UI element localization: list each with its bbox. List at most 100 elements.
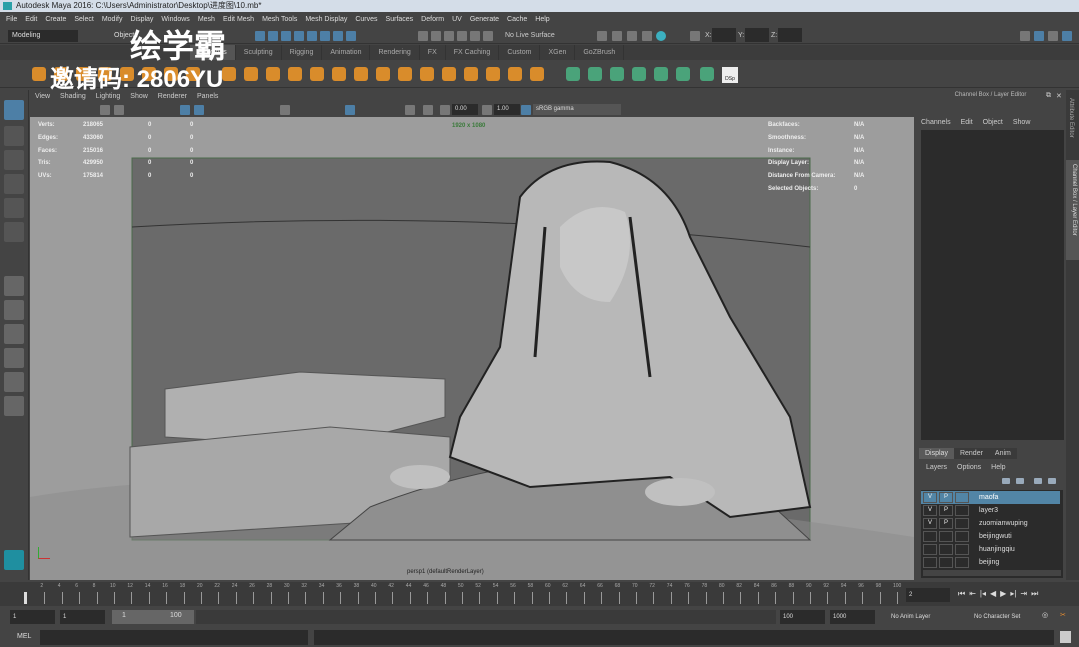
animation-end-field[interactable]: 1000 (830, 610, 875, 624)
character-set-dropdown[interactable]: No Character Set (971, 610, 1035, 624)
shelf-tab-xgen[interactable]: XGen (540, 45, 576, 60)
shelf-tab-rendering[interactable]: Rendering (370, 45, 420, 60)
snap-view-icon[interactable] (457, 31, 467, 41)
layer-row[interactable]: huanjingqiu (921, 543, 1060, 556)
bevel-icon[interactable] (420, 67, 434, 81)
move-layer-down-icon[interactable] (1016, 478, 1024, 484)
attribute-editor-toggle-icon[interactable] (1062, 31, 1072, 41)
snap-curve-icon[interactable] (431, 31, 441, 41)
float-icon[interactable]: ⧉ (1046, 92, 1051, 100)
channels-menu[interactable]: Channels (921, 119, 951, 126)
time-slider[interactable]: 2 4 6 8 10 12 14 16 18 20 22 24 26 28 30 32 34 36 38 40 42 44… (0, 582, 1079, 606)
modeling-toolkit-icon[interactable] (1020, 31, 1030, 41)
isolate-select-icon[interactable] (345, 105, 355, 115)
current-frame-field[interactable]: 2 (906, 588, 950, 602)
menu-windows[interactable]: Windows (161, 12, 189, 28)
uv-cylindrical-icon[interactable] (588, 67, 602, 81)
target-weld-icon[interactable] (508, 67, 522, 81)
step-back-frame-icon[interactable]: |◂ (980, 589, 986, 599)
current-time-marker[interactable] (24, 592, 27, 604)
hypershade-icon[interactable] (642, 31, 652, 41)
anim-layer-dropdown[interactable]: No Anim Layer (888, 610, 958, 624)
menu-mesh[interactable]: Mesh (198, 12, 215, 28)
animation-start-field[interactable]: 1 (10, 610, 55, 624)
range-track[interactable] (196, 610, 776, 624)
close-icon[interactable]: ✕ (1056, 92, 1062, 100)
object-menu[interactable]: Object (983, 119, 1003, 126)
uv-spherical-icon[interactable] (610, 67, 624, 81)
exposure-field[interactable]: 0.00 (452, 104, 478, 115)
paint-select-tool-icon[interactable] (4, 150, 24, 170)
color-management-icon[interactable] (521, 105, 531, 115)
four-view-layout-icon[interactable] (4, 300, 24, 320)
step-forward-frame-icon[interactable]: ▸| (1010, 589, 1016, 599)
bridge-icon[interactable] (398, 67, 412, 81)
camera-attributes-icon[interactable] (100, 105, 110, 115)
menu-cache[interactable]: Cache (507, 12, 527, 28)
scale-tool-icon[interactable] (4, 222, 24, 242)
snap-grid-icon[interactable] (418, 31, 428, 41)
rotate-tool-icon[interactable] (4, 198, 24, 218)
tab-display[interactable]: Display (919, 448, 954, 459)
single-perspective-layout-icon[interactable] (4, 276, 24, 296)
menu-display[interactable]: Display (130, 12, 153, 28)
persp-hypershade-layout-icon[interactable] (4, 372, 24, 392)
attribute-editor-tab[interactable]: Attribute Editor (1068, 98, 1074, 138)
menu-curves[interactable]: Curves (355, 12, 377, 28)
channel-box-tab[interactable]: Channel Box / Layer Editor (1066, 160, 1079, 260)
menu-create[interactable]: Create (45, 12, 66, 28)
lasso-tool-icon[interactable] (4, 126, 24, 146)
tab-anim[interactable]: Anim (988, 448, 1017, 459)
x-field[interactable] (712, 28, 736, 42)
edit-menu[interactable]: Edit (961, 119, 973, 126)
gamma-field[interactable]: 1.00 (494, 104, 520, 115)
preferences-icon[interactable]: ✂ (1060, 611, 1066, 619)
smooth-shade-icon[interactable] (194, 105, 204, 115)
z-field[interactable] (778, 28, 802, 42)
shelf-tab-rigging[interactable]: Rigging (282, 45, 323, 60)
snap-surface-icon[interactable] (470, 31, 480, 41)
select-mask-icon[interactable] (320, 31, 330, 41)
tool-settings-icon[interactable] (1048, 31, 1058, 41)
live-surface-label[interactable]: No Live Surface (505, 31, 555, 41)
render-icon[interactable] (597, 31, 607, 41)
fill-hole-icon[interactable] (442, 67, 456, 81)
dsp-icon[interactable]: DSp (722, 67, 738, 83)
playback-end-field[interactable]: 100 (780, 610, 825, 624)
select-tool-icon[interactable] (4, 100, 24, 120)
layer-row[interactable]: V Pmaofa (921, 491, 1060, 504)
xray-icon[interactable] (405, 105, 415, 115)
shadows-icon[interactable] (280, 105, 290, 115)
layer-row[interactable]: V Player3 (921, 504, 1060, 517)
shelf-tab-gozbrush[interactable]: GoZBrush (575, 45, 625, 60)
smooth-icon[interactable] (288, 67, 302, 81)
menu-edit-mesh[interactable]: Edit Mesh (223, 12, 254, 28)
layer-row[interactable]: V Pzuomianwuping (921, 517, 1060, 530)
uv-layout-icon[interactable] (654, 67, 668, 81)
select-mask-icon[interactable] (255, 31, 265, 41)
new-layer-selected-icon[interactable] (1048, 478, 1056, 484)
menu-mesh-tools[interactable]: Mesh Tools (262, 12, 297, 28)
menu-edit[interactable]: Edit (25, 12, 37, 28)
bookmark-icon[interactable] (114, 105, 124, 115)
shelf-tab-animation[interactable]: Animation (322, 45, 371, 60)
uv-planar-icon[interactable] (566, 67, 580, 81)
select-mask-icon[interactable] (333, 31, 343, 41)
shelf-tab-fx-caching[interactable]: FX Caching (446, 45, 500, 60)
select-mask-icon[interactable] (346, 31, 356, 41)
step-back-key-icon[interactable]: ⇤ (969, 589, 976, 599)
menu-modify[interactable]: Modify (102, 12, 123, 28)
options-menu[interactable]: Options (957, 464, 981, 471)
render-settings-icon[interactable] (627, 31, 637, 41)
color-space-dropdown[interactable]: sRGB gamma (533, 104, 621, 115)
menu-deform[interactable]: Deform (421, 12, 444, 28)
layers-menu[interactable]: Layers (926, 464, 947, 471)
quadrangulate-icon[interactable] (530, 67, 544, 81)
menu-file[interactable]: File (6, 12, 17, 28)
wireframe-icon[interactable] (180, 105, 190, 115)
y-field[interactable] (745, 28, 769, 42)
snap-point-icon[interactable] (444, 31, 454, 41)
extract-icon[interactable] (266, 67, 280, 81)
select-mask-icon[interactable] (294, 31, 304, 41)
menu-generate[interactable]: Generate (470, 12, 499, 28)
